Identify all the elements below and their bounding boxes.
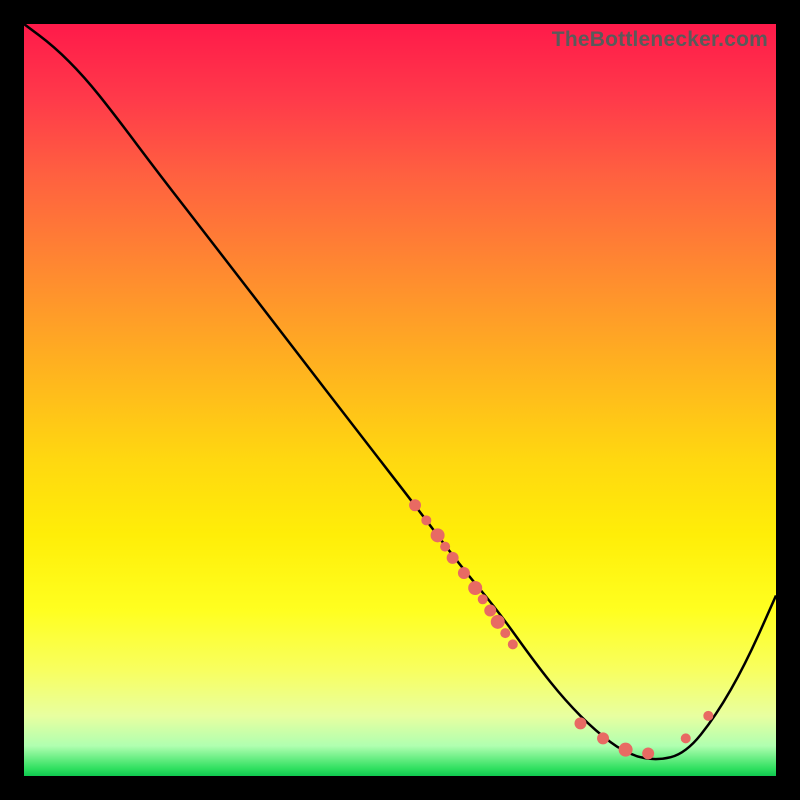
scatter-dot: [508, 639, 518, 649]
scatter-dot: [440, 542, 450, 552]
scatter-dot: [458, 567, 470, 579]
scatter-dot: [642, 747, 654, 759]
scatter-dot: [574, 717, 586, 729]
scatter-dot: [484, 605, 496, 617]
chart-container: TheBottlenecker.com: [0, 0, 800, 800]
scatter-dot: [681, 733, 691, 743]
scatter-dot: [619, 743, 633, 757]
scatter-dot: [491, 615, 505, 629]
scatter-dot: [447, 552, 459, 564]
scatter-dot: [431, 528, 445, 542]
scatter-dot: [478, 594, 488, 604]
plot-area: TheBottlenecker.com: [24, 24, 776, 776]
scatter-dot: [468, 581, 482, 595]
scatter-dot: [421, 515, 431, 525]
bottleneck-curve: [24, 24, 776, 759]
scatter-dot: [703, 711, 713, 721]
scatter-dot: [500, 628, 510, 638]
scatter-dots: [409, 499, 713, 759]
watermark-label: TheBottlenecker.com: [552, 28, 768, 52]
scatter-dot: [409, 499, 421, 511]
scatter-dot: [597, 732, 609, 744]
chart-svg: [24, 24, 776, 776]
